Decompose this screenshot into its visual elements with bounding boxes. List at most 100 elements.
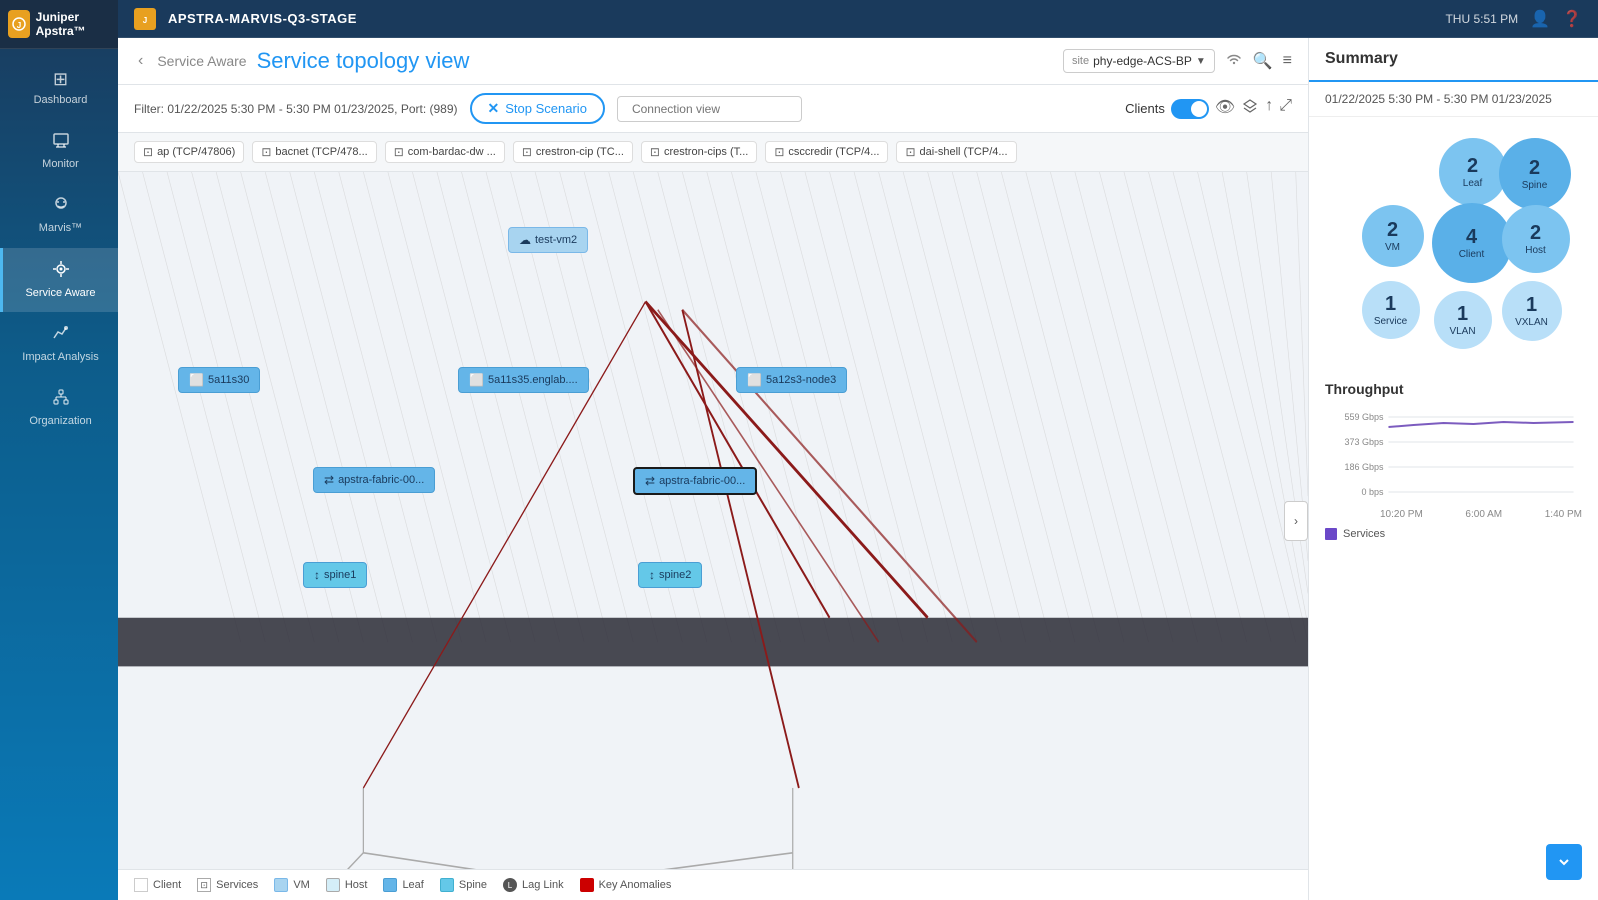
node-apstra-fabric-2[interactable]: ⇄ apstra-fabric-00... <box>633 467 757 495</box>
node-spine2[interactable]: ↕ spine2 <box>638 562 702 588</box>
topbar: J APSTRA-MARVIS-Q3-STAGE THU 5:51 PM 👤 ❓ <box>118 0 1598 38</box>
right-panel: Summary 01/22/2025 5:30 PM - 5:30 PM 01/… <box>1308 38 1598 900</box>
site-label: site <box>1072 55 1089 67</box>
clients-toggle[interactable] <box>1171 99 1209 119</box>
node-apstra-fabric-2-label: apstra-fabric-00... <box>659 475 745 487</box>
back-button[interactable]: ‹ <box>134 50 147 72</box>
bubble-spine-label: Spine <box>1522 180 1548 191</box>
view-icons: 👁 ↑ ⤢ <box>1215 97 1292 120</box>
bubble-leaf[interactable]: 2 Leaf <box>1439 138 1507 206</box>
legend-vm: VM <box>274 878 310 892</box>
search-icon[interactable]: 🔍 <box>1253 51 1273 71</box>
spine-icon-2: ↕ <box>649 568 655 582</box>
bubble-vlan[interactable]: 1 VLAN <box>1434 291 1492 349</box>
filter-icon[interactable]: ≡ <box>1283 52 1292 70</box>
service-tag-crestron-cips[interactable]: ⊡ crestron-cips (T... <box>641 141 757 163</box>
summary-date: 01/22/2025 5:30 PM - 5:30 PM 01/23/2025 <box>1309 82 1598 117</box>
connection-view-input[interactable] <box>617 96 802 122</box>
legend: Client ⊡ Services VM Host Leaf <box>118 869 1308 900</box>
sidebar-item-organization[interactable]: Organization <box>0 376 118 440</box>
site-chevron-icon: ▼ <box>1196 56 1206 67</box>
node-5a11s30[interactable]: ⬜ 5a11s30 <box>178 367 260 393</box>
service-tag-daishell[interactable]: ⊡ dai-shell (TCP/4... <box>896 141 1016 163</box>
sidebar-item-marvis[interactable]: Marvis™ <box>0 183 118 247</box>
breadcrumb: Service Aware <box>157 53 246 69</box>
tag-label-crestron-cips: crestron-cips (T... <box>664 146 748 158</box>
sidebar-item-service-aware[interactable]: Service Aware <box>0 248 118 312</box>
upload-icon[interactable]: ↑ <box>1265 97 1273 120</box>
node-test-vm2[interactable]: ☁ test-vm2 <box>508 227 588 253</box>
bubble-vxlan-value: 1 <box>1526 294 1537 317</box>
bubble-host[interactable]: 2 Host <box>1502 205 1570 273</box>
tag-icon-ap: ⊡ <box>143 145 153 159</box>
bubble-vm[interactable]: 2 VM <box>1362 205 1424 267</box>
tag-icon-crestron-cip: ⊡ <box>522 145 532 159</box>
node-5a11s35-label: 5a11s35.englab.... <box>488 374 578 386</box>
service-tag-crestron-cip[interactable]: ⊡ crestron-cip (TC... <box>513 141 633 163</box>
bubble-client[interactable]: 4 Client <box>1432 203 1512 283</box>
page-title: Service topology view <box>257 48 470 74</box>
legend-lag-link: L Lag Link <box>503 878 564 892</box>
service-tag-csccredir[interactable]: ⊡ csccredir (TCP/4... <box>765 141 888 163</box>
site-name: phy-edge-ACS-BP <box>1093 54 1192 68</box>
service-tag-ap[interactable]: ⊡ ap (TCP/47806) <box>134 141 244 163</box>
tag-icon-daishell: ⊡ <box>905 145 915 159</box>
legend-host-icon <box>326 878 340 892</box>
help-icon[interactable]: ❓ <box>1562 9 1582 29</box>
stop-scenario-button[interactable]: ✕ Stop Scenario <box>470 93 605 124</box>
eye-icon[interactable]: 👁 <box>1215 97 1235 120</box>
bubble-spine[interactable]: 2 Spine <box>1499 138 1571 210</box>
bubble-vxlan[interactable]: 1 VXLAN <box>1502 281 1562 341</box>
wifi-icon[interactable] <box>1225 50 1243 73</box>
summary-tab[interactable]: Summary <box>1309 38 1598 82</box>
layers-icon[interactable] <box>1241 97 1259 120</box>
sidebar-item-impact-analysis[interactable]: Impact Analysis <box>0 312 118 376</box>
sidebar-item-dashboard[interactable]: ⊞ Dashboard <box>0 57 118 119</box>
bubble-leaf-value: 2 <box>1467 155 1478 178</box>
service-aware-icon <box>52 260 70 283</box>
sidebar-item-dashboard-label: Dashboard <box>34 94 88 107</box>
svg-text:186 Gbps: 186 Gbps <box>1344 462 1384 472</box>
header-action-icons: 🔍 ≡ <box>1225 50 1292 73</box>
site-selector[interactable]: site phy-edge-ACS-BP ▼ <box>1063 49 1215 73</box>
bubble-service[interactable]: 1 Service <box>1362 281 1420 339</box>
monitor-icon <box>52 131 70 154</box>
tag-label-ap: ap (TCP/47806) <box>157 146 235 158</box>
bubble-host-value: 2 <box>1530 222 1541 245</box>
clients-label: Clients <box>1125 101 1165 116</box>
vm-icon: ☁ <box>519 233 531 247</box>
node-5a12s3[interactable]: ⬜ 5a12s3-node3 <box>736 367 847 393</box>
legend-key-anomalies-icon <box>580 878 594 892</box>
svg-text:0 bps: 0 bps <box>1361 487 1384 497</box>
expand-icon[interactable]: ⤢ <box>1279 97 1292 120</box>
topology-svg <box>118 172 1308 869</box>
impact-analysis-icon <box>52 324 70 347</box>
bubble-leaf-label: Leaf <box>1463 178 1482 189</box>
scroll-to-bottom-button[interactable] <box>1546 844 1582 880</box>
legend-vm-icon <box>274 878 288 892</box>
service-tag-combardac[interactable]: ⊡ com-bardac-dw ... <box>385 141 505 163</box>
tag-icon-combardac: ⊡ <box>394 145 404 159</box>
topology-canvas[interactable]: ☁ test-vm2 ⬜ 5a11s30 ⬜ 5a11s35.englab...… <box>118 172 1308 869</box>
x-label-1: 10:20 PM <box>1380 509 1423 520</box>
topbar-app-icon: J <box>134 8 156 30</box>
bubble-chart: 2 Leaf 2 Spine 2 VM 4 <box>1344 133 1564 353</box>
legend-services-icon: ⊡ <box>197 878 211 892</box>
node-spine1[interactable]: ↕ spine1 <box>303 562 367 588</box>
sidebar-logo-text: Juniper Apstra™ <box>36 10 110 38</box>
node-apstra-fabric-1[interactable]: ⇄ apstra-fabric-00... <box>313 467 435 493</box>
node-5a11s35[interactable]: ⬜ 5a11s35.englab.... <box>458 367 589 393</box>
service-tag-bacnet[interactable]: ⊡ bacnet (TCP/478... <box>252 141 376 163</box>
panel-collapse-button[interactable]: › <box>1284 501 1308 541</box>
stop-icon: ✕ <box>488 100 500 117</box>
service-tags: ⊡ ap (TCP/47806) ⊡ bacnet (TCP/478... ⊡ … <box>118 133 1308 172</box>
user-icon[interactable]: 👤 <box>1530 9 1550 29</box>
legend-spine-label: Spine <box>459 879 487 891</box>
leaf-icon-2: ⬜ <box>469 373 484 387</box>
legend-key-anomalies: Key Anomalies <box>580 878 672 892</box>
spine-icon-1: ↕ <box>314 568 320 582</box>
tag-icon-bacnet: ⊡ <box>261 145 271 159</box>
sidebar-item-monitor[interactable]: Monitor <box>0 119 118 183</box>
tag-icon-csccredir: ⊡ <box>774 145 784 159</box>
legend-leaf-label: Leaf <box>402 879 423 891</box>
